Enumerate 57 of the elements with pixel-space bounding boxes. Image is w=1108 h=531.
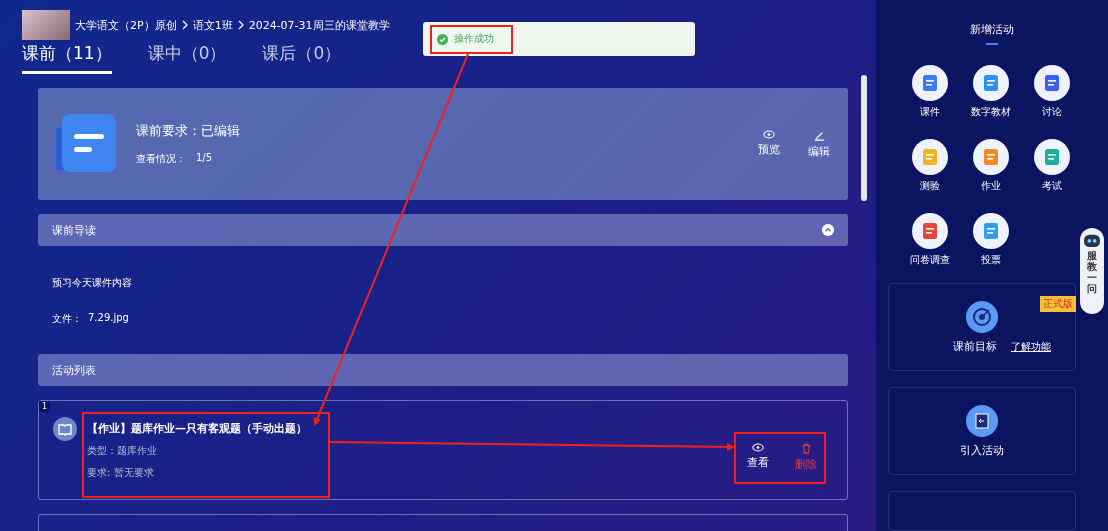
requirement-title: 课前要求：已编辑 xyxy=(136,122,241,140)
activity-icon xyxy=(973,139,1009,175)
preview-button[interactable]: 预览 xyxy=(758,129,780,159)
success-toast: 操作成功 xyxy=(423,22,695,56)
activity-type-button[interactable]: 讨论 xyxy=(1021,65,1083,119)
activity-icon xyxy=(912,139,948,175)
activity-icon xyxy=(973,213,1009,249)
section-header[interactable]: 课前导读 xyxy=(38,214,848,246)
activity-type: 类型：题库作业 xyxy=(87,444,158,458)
guide-text: 预习今天课件内容 xyxy=(52,276,133,290)
edit-button[interactable]: 编辑 xyxy=(808,129,830,159)
index-number: 1 xyxy=(39,401,51,412)
learn-more-link[interactable]: 了解功能 xyxy=(1011,339,1051,354)
chevron-icon xyxy=(181,20,188,30)
book-icon xyxy=(53,417,77,441)
tab[interactable]: 课前（11） xyxy=(22,42,112,74)
chevron-icon xyxy=(237,20,244,30)
scrollbar[interactable] xyxy=(861,75,867,201)
file-link[interactable]: 7.29.jpg xyxy=(88,312,129,326)
activity-type-button[interactable]: 问卷调查 xyxy=(899,213,961,267)
activity-type-button[interactable]: 数字教材 xyxy=(960,65,1022,119)
assistant-widget[interactable]: 服教一问 xyxy=(1080,228,1104,314)
activity-icon xyxy=(912,213,948,249)
view-status-label: 查看情况： xyxy=(136,152,186,166)
document-icon xyxy=(56,114,116,174)
activity-icon xyxy=(973,65,1009,101)
trash-icon xyxy=(800,443,812,454)
activity-icon xyxy=(1034,139,1070,175)
view-status-count: 1/5 xyxy=(196,152,213,165)
tab[interactable]: 课中（0） xyxy=(147,42,227,74)
breadcrumb-link[interactable]: 大学语文（2P）原创 xyxy=(75,17,177,33)
activity-type-button[interactable]: 测验 xyxy=(899,139,961,193)
panel-title: 新增活动 xyxy=(970,22,1014,37)
breadcrumb-link[interactable]: 语文1班 xyxy=(192,17,233,33)
section-header: 活动列表 xyxy=(38,354,848,386)
activity-icon xyxy=(912,65,948,101)
import-activity-button[interactable]: 引入活动 xyxy=(888,387,1076,475)
activity-icon xyxy=(1034,65,1070,101)
activity-type-button[interactable]: 投票 xyxy=(960,213,1022,267)
check-circle-icon xyxy=(437,33,448,45)
target-icon xyxy=(966,300,998,333)
activity-type-button[interactable]: 作业 xyxy=(960,139,1022,193)
activity-requirement: 要求: 暂无要求 xyxy=(87,466,155,480)
tab[interactable]: 课后（0） xyxy=(262,42,342,74)
eye-icon xyxy=(763,129,775,139)
robot-icon xyxy=(1083,232,1101,248)
goal-label: 课前目标 xyxy=(953,338,997,354)
activity-type-button[interactable]: 考试 xyxy=(1021,139,1083,193)
import-icon xyxy=(966,404,998,437)
breadcrumb-link[interactable]: 2024-07-31周三的课堂教学 xyxy=(248,17,390,33)
view-button[interactable]: 查看 xyxy=(747,443,769,472)
course-photo-placeholder xyxy=(22,10,70,40)
version-ribbon: 正式版 xyxy=(1040,296,1076,312)
eye-icon xyxy=(752,443,764,452)
activity-type-button[interactable]: 课件 xyxy=(899,65,961,119)
activity-title: 【作业】题库作业—只有客观题（手动出题） xyxy=(87,421,307,436)
file-label: 文件： xyxy=(52,312,82,326)
